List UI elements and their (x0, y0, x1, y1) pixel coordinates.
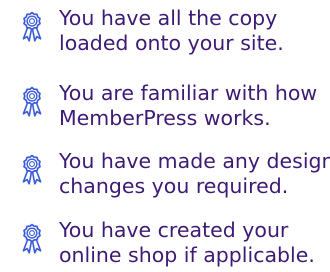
item-line-1: You are familiar with how (59, 81, 318, 105)
item-line-2: MemberPress works. (59, 106, 271, 130)
award-badge-icon (19, 223, 45, 257)
award-badge-icon (19, 154, 45, 188)
list-item: You have all the copy loaded onto your s… (19, 6, 330, 60)
item-line-1: You have made any design (59, 149, 330, 173)
checklist-item-text: You have created your online shop if app… (59, 218, 330, 268)
item-line-2: loaded onto your site. (59, 31, 284, 55)
checklist-item-text: You are familiar with how MemberPress wo… (59, 81, 330, 131)
list-item: You have created your online shop if app… (19, 218, 330, 272)
checklist-item-text: You have all the copy loaded onto your s… (59, 6, 330, 56)
award-badge-icon (19, 11, 45, 45)
item-line-2: changes you required. (59, 174, 289, 198)
checklist: You have all the copy loaded onto your s… (0, 0, 330, 271)
item-line-2: online shop if applicable. (59, 243, 315, 267)
list-item: You are familiar with how MemberPress wo… (19, 81, 330, 135)
item-line-1: You have created your (59, 218, 289, 242)
list-item: You have made any design changes you req… (19, 149, 330, 203)
checklist-item-text: You have made any design changes you req… (59, 149, 330, 199)
award-badge-icon (19, 86, 45, 120)
item-line-1: You have all the copy (59, 6, 278, 30)
